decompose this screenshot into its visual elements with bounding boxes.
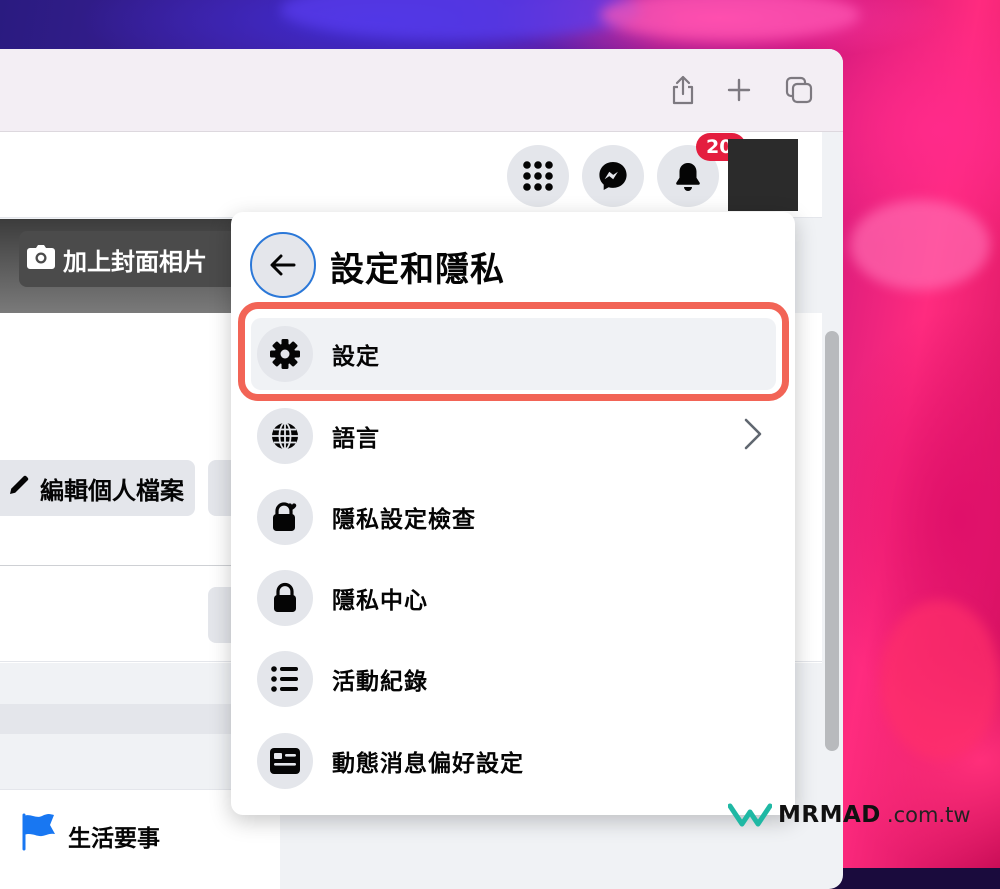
camera-icon — [27, 245, 55, 275]
tabs-overview-icon[interactable] — [782, 73, 816, 107]
menu-title: 設定和隱私 — [330, 250, 505, 290]
messenger-icon — [599, 162, 627, 190]
arrow-left-icon — [270, 254, 296, 276]
news-feed-icon — [257, 733, 313, 789]
edit-profile-button[interactable]: 編輯個人檔案 — [0, 460, 195, 516]
menu-item-activity-log[interactable]: 活動紀錄 — [251, 643, 776, 715]
new-tab-icon[interactable] — [722, 73, 756, 107]
settings-highlight-frame — [238, 302, 789, 401]
add-cover-photo-button[interactable]: 加上封面相片 — [19, 231, 259, 287]
chevron-right-icon — [742, 417, 764, 455]
page-scrollbar[interactable] — [825, 331, 839, 751]
menu-item-label: 隱私中心 — [332, 588, 428, 614]
menu-grid-button[interactable] — [507, 145, 569, 207]
share-icon[interactable] — [666, 73, 700, 107]
menu-item-feed-preferences[interactable]: 動態消息偏好設定 — [251, 725, 776, 797]
section-divider — [0, 565, 240, 566]
profile-avatar[interactable] — [728, 139, 798, 211]
browser-toolbar — [0, 49, 843, 132]
bell-icon — [676, 163, 700, 191]
menu-item-label: 活動紀錄 — [332, 669, 428, 695]
back-button[interactable] — [250, 232, 316, 298]
list-icon — [257, 651, 313, 707]
add-cover-photo-label: 加上封面相片 — [63, 247, 207, 276]
lock-icon — [257, 570, 313, 626]
messenger-button[interactable] — [582, 145, 644, 207]
globe-icon — [257, 408, 313, 464]
life-events-label: 生活要事 — [68, 826, 160, 852]
watermark-brand: MRMAD — [778, 802, 881, 828]
placeholder-bar — [0, 704, 250, 734]
grid-icon — [523, 161, 553, 191]
menu-item-privacy-center[interactable]: 隱私中心 — [251, 562, 776, 634]
edit-profile-label: 編輯個人檔案 — [40, 476, 184, 505]
lock-heart-icon — [257, 489, 313, 545]
menu-item-label: 動態消息偏好設定 — [332, 751, 524, 777]
watermark-domain: .com.tw — [886, 803, 971, 827]
pencil-icon — [8, 474, 30, 502]
watermark: MRMAD .com.tw — [728, 802, 971, 828]
menu-item-label: 語言 — [332, 426, 380, 452]
mrmad-logo-icon — [728, 803, 772, 827]
menu-item-language[interactable]: 語言 — [251, 400, 776, 472]
flag-icon — [18, 811, 58, 855]
menu-item-label: 隱私設定檢查 — [332, 507, 476, 533]
menu-item-privacy-checkup[interactable]: 隱私設定檢查 — [251, 481, 776, 553]
